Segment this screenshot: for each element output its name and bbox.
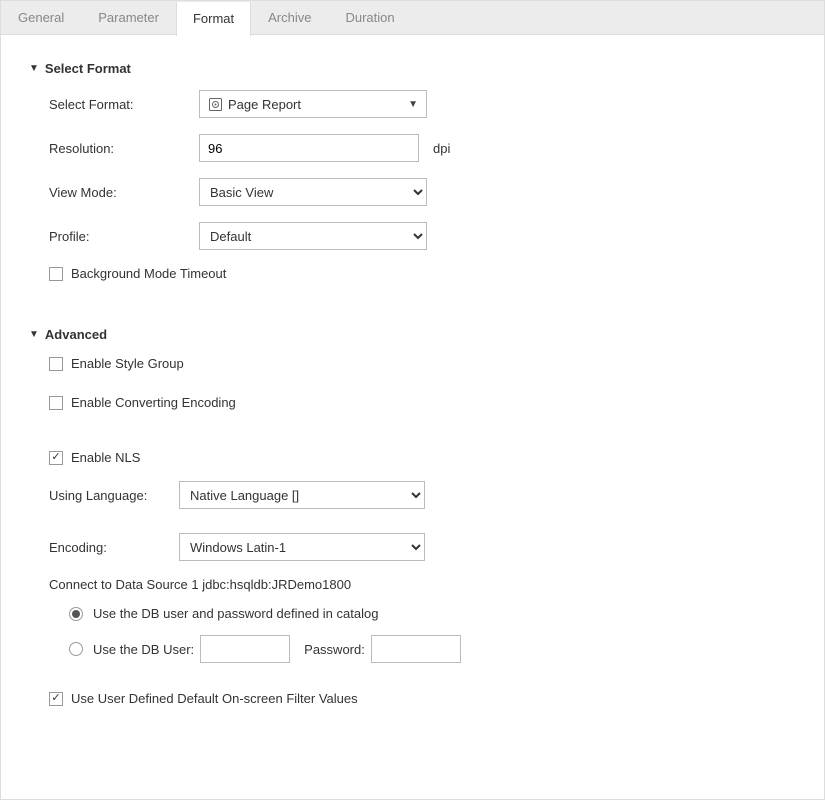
row-resolution: Resolution: dpi — [49, 134, 796, 162]
settings-window: General Parameter Format Archive Duratio… — [0, 0, 825, 800]
label-enable-style-group: Enable Style Group — [71, 356, 184, 371]
row-background-timeout: Background Mode Timeout — [49, 266, 796, 281]
select-format-value: Page Report — [228, 97, 408, 112]
section-header-advanced[interactable]: ▼ Advanced — [29, 327, 796, 342]
label-resolution-unit: dpi — [433, 141, 450, 156]
tab-duration[interactable]: Duration — [328, 1, 411, 34]
label-enable-nls: Enable NLS — [71, 450, 140, 465]
row-enable-converting-encoding: Enable Converting Encoding — [49, 395, 796, 410]
label-password: Password: — [304, 642, 365, 657]
select-view-mode[interactable]: Basic View — [199, 178, 427, 206]
section-title-select-format: Select Format — [45, 61, 131, 76]
content-area: ▼ Select Format Select Format: Page Repo… — [1, 35, 824, 742]
tab-archive[interactable]: Archive — [251, 1, 328, 34]
checkbox-use-user-defined-filter[interactable] — [49, 692, 63, 706]
label-select-format: Select Format: — [49, 97, 199, 112]
label-radio-catalog: Use the DB user and password defined in … — [93, 606, 378, 621]
section-header-select-format[interactable]: ▼ Select Format — [29, 61, 796, 76]
select-encoding[interactable]: Windows Latin-1 — [179, 533, 425, 561]
row-radio-dbuser: Use the DB User: Password: — [69, 635, 796, 663]
dropdown-select-format[interactable]: Page Report ▼ — [199, 90, 427, 118]
checkbox-enable-converting-encoding[interactable] — [49, 396, 63, 410]
row-use-user-defined-filter: Use User Defined Default On-screen Filte… — [49, 691, 796, 706]
input-db-user[interactable] — [200, 635, 290, 663]
chevron-down-icon: ▼ — [408, 99, 418, 110]
label-profile: Profile: — [49, 229, 199, 244]
select-using-language[interactable]: Native Language [] — [179, 481, 425, 509]
label-view-mode: View Mode: — [49, 185, 199, 200]
label-enable-converting-encoding: Enable Converting Encoding — [71, 395, 236, 410]
checkbox-enable-nls[interactable] — [49, 451, 63, 465]
label-using-language: Using Language: — [49, 488, 179, 503]
input-password[interactable] — [371, 635, 461, 663]
radio-use-catalog[interactable] — [69, 607, 83, 621]
checkbox-background-timeout[interactable] — [49, 267, 63, 281]
input-resolution[interactable] — [199, 134, 419, 162]
tab-bar: General Parameter Format Archive Duratio… — [1, 1, 824, 35]
label-use-user-defined-filter: Use User Defined Default On-screen Filte… — [71, 691, 358, 706]
tab-format[interactable]: Format — [176, 2, 251, 36]
page-report-icon — [208, 97, 222, 111]
checkbox-enable-style-group[interactable] — [49, 357, 63, 371]
collapse-icon: ▼ — [29, 329, 39, 340]
row-using-language: Using Language: Native Language [] — [49, 481, 796, 509]
row-enable-nls: Enable NLS — [49, 450, 796, 465]
label-resolution: Resolution: — [49, 141, 199, 156]
row-radio-catalog: Use the DB user and password defined in … — [69, 606, 796, 621]
radio-use-dbuser[interactable] — [69, 642, 83, 656]
tab-parameter[interactable]: Parameter — [81, 1, 176, 34]
row-select-format: Select Format: Page Report ▼ — [49, 90, 796, 118]
label-encoding: Encoding: — [49, 540, 179, 555]
select-profile[interactable]: Default — [199, 222, 427, 250]
row-encoding: Encoding: Windows Latin-1 — [49, 533, 796, 561]
row-view-mode: View Mode: Basic View — [49, 178, 796, 206]
tab-general[interactable]: General — [1, 1, 81, 34]
label-background-timeout: Background Mode Timeout — [71, 266, 226, 281]
collapse-icon: ▼ — [29, 63, 39, 74]
label-connect-datasource: Connect to Data Source 1 jdbc:hsqldb:JRD… — [49, 577, 796, 592]
row-profile: Profile: Default — [49, 222, 796, 250]
section-title-advanced: Advanced — [45, 327, 107, 342]
label-radio-dbuser: Use the DB User: — [93, 642, 194, 657]
row-enable-style-group: Enable Style Group — [49, 356, 796, 371]
